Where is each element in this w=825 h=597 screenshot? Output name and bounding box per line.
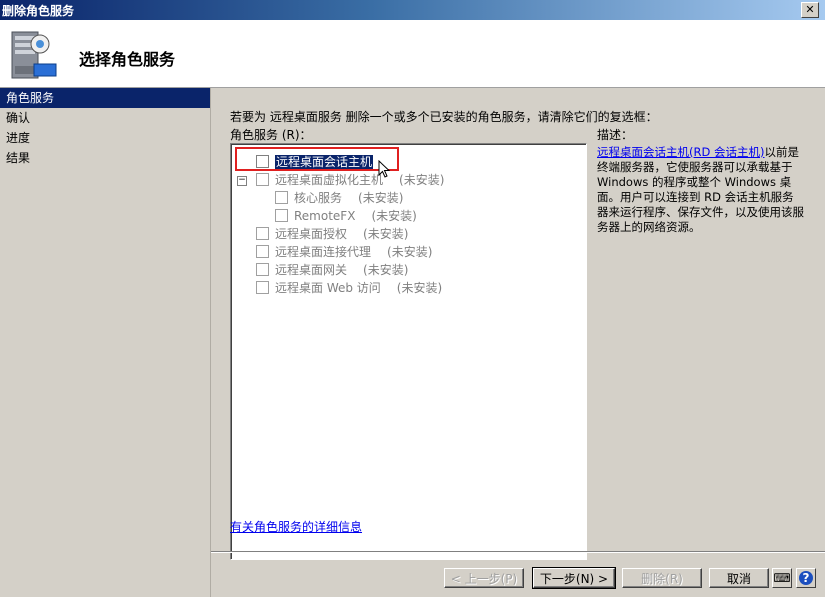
checkbox[interactable] <box>275 191 288 204</box>
checkbox[interactable] <box>256 173 269 186</box>
nav-item-progress[interactable]: 进度 <box>0 128 210 148</box>
checkbox[interactable] <box>256 263 269 276</box>
highlight-box <box>235 147 399 171</box>
role-services-tree[interactable]: 远程桌面会话主机 − 远程桌面虚拟化主机 (未安装) 核心服务 (未安装) Remo… <box>230 143 587 560</box>
more-info-link[interactable]: 有关角色服务的详细信息 <box>230 518 362 535</box>
help-glyph: ? <box>799 571 813 585</box>
checkbox[interactable] <box>256 227 269 240</box>
next-button[interactable]: 下一步(N) > <box>532 567 616 589</box>
tree-item-rd-web-access[interactable]: 远程桌面 Web 访问 (未安装) <box>256 280 442 296</box>
wizard-steps-nav: 角色服务 确认 进度 结果 <box>0 88 211 597</box>
help-icon[interactable]: ? <box>796 568 816 588</box>
description-panel: 远程桌面会话主机(RD 会话主机)以前是终端服务器，它使服务器可以承载基于 Wi… <box>597 145 805 235</box>
server-icon <box>11 31 57 79</box>
title-bar: 删除角色服务 ✕ <box>0 0 825 20</box>
collapse-icon[interactable]: − <box>237 176 247 186</box>
keyboard-icon[interactable]: ⌨ <box>772 568 792 588</box>
role-services-label: 角色服务 (R)： <box>230 128 312 142</box>
tree-item-rd-virtualization-host[interactable]: 远程桌面虚拟化主机 (未安装) <box>256 172 444 188</box>
instructions-text: 若要为 远程桌面服务 删除一个或多个已安装的角色服务，请清除它们的复选框： <box>230 110 658 124</box>
checkbox[interactable] <box>256 281 269 294</box>
mouse-cursor-icon <box>378 160 391 178</box>
nav-item-results[interactable]: 结果 <box>0 148 210 168</box>
page-title: 选择角色服务 <box>79 50 176 69</box>
window-title: 删除角色服务 <box>2 4 75 18</box>
nav-item-role-services[interactable]: 角色服务 <box>0 88 210 108</box>
checkbox[interactable] <box>256 245 269 258</box>
remove-button[interactable]: 删除(R) <box>622 568 702 588</box>
previous-button[interactable]: < 上一步(P) <box>444 568 524 588</box>
description-label: 描述： <box>597 128 634 142</box>
tree-item-rd-licensing[interactable]: 远程桌面授权 (未安装) <box>256 226 408 242</box>
cancel-button[interactable]: 取消 <box>709 568 769 588</box>
button-separator <box>211 551 825 553</box>
tree-item-remotefx[interactable]: RemoteFX (未安装) <box>275 208 417 224</box>
wizard-header: 选择角色服务 <box>0 20 825 88</box>
tree-item-rd-gateway[interactable]: 远程桌面网关 (未安装) <box>256 262 408 278</box>
tree-item-core-services[interactable]: 核心服务 (未安装) <box>275 190 403 206</box>
nav-item-confirm[interactable]: 确认 <box>0 108 210 128</box>
tree-item-rd-connection-broker[interactable]: 远程桌面连接代理 (未安装) <box>256 244 432 260</box>
description-link[interactable]: 远程桌面会话主机(RD 会话主机) <box>597 145 764 159</box>
close-button[interactable]: ✕ <box>801 2 819 18</box>
checkbox[interactable] <box>275 209 288 222</box>
